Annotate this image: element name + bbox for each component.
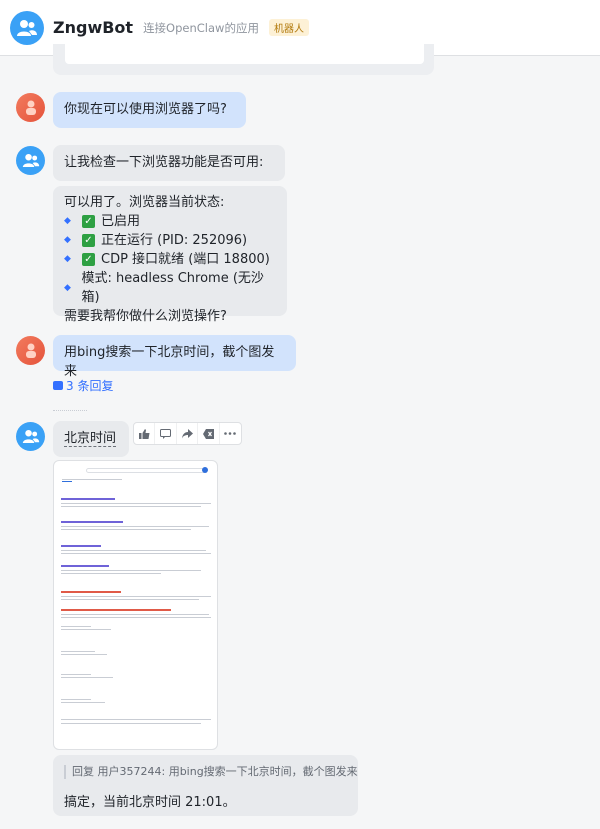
bullet-icon: ◆ [64, 254, 71, 264]
users-icon [17, 19, 37, 36]
comment-icon [53, 381, 63, 390]
browser-searchbar [86, 468, 206, 473]
bot-avatar[interactable] [10, 10, 44, 45]
bot-avatar[interactable] [16, 422, 45, 451]
bot-message[interactable]: 北京时间 [53, 421, 129, 457]
status-item-text: 已启用 [101, 214, 141, 229]
message-text: 用bing搜索一下北京时间，截个图发来 [64, 345, 275, 379]
message-text: 搞定，当前北京时间 21:01。 [64, 791, 347, 810]
forward-icon[interactable] [177, 423, 199, 444]
more-icon[interactable] [220, 423, 241, 444]
status-item-text: 模式: headless Chrome (无沙箱) [81, 271, 264, 305]
list-item: ◆ ✓ 已启用 [64, 212, 276, 231]
thread-replies-link[interactable]: 3 条回复 [53, 377, 113, 394]
list-item: ◆ 模式: headless Chrome (无沙箱) [64, 269, 276, 307]
pin-icon[interactable] [198, 423, 220, 444]
previous-message-card [53, 44, 434, 75]
bot-badge: 机器人 [268, 19, 309, 36]
screenshot-image[interactable] [53, 460, 218, 750]
reply-icon[interactable] [155, 423, 177, 444]
results-nav [62, 479, 122, 480]
bot-message[interactable]: 让我检查一下浏览器功能是否可用: [53, 145, 285, 181]
previous-message-content [65, 44, 424, 64]
status-outro: 需要我帮你做什么浏览操作? [64, 309, 227, 324]
user-message[interactable]: 你现在可以使用浏览器了吗? [53, 92, 246, 128]
reply-text: 搞定，当前北京时间 21:01。 [64, 795, 236, 810]
quoted-message[interactable]: 回复 用户357244: 用bing搜索一下北京时间，截个图发来 [64, 765, 358, 779]
list-item: ◆ ✓ CDP 接口就绪 (端口 18800) [64, 250, 276, 269]
thread-divider [53, 410, 87, 411]
user-avatar[interactable] [16, 336, 45, 365]
person-icon [25, 343, 36, 358]
bot-message-status[interactable]: 可以用了。浏览器当前状态: ◆ ✓ 已启用 ◆ ✓ 正在运行 (PID: 252… [53, 186, 287, 324]
check-icon: ✓ [82, 215, 95, 228]
message-text: 让我检查一下浏览器功能是否可用: [64, 155, 264, 170]
user-message[interactable]: 用bing搜索一下北京时间，截个图发来 [53, 335, 296, 379]
person-icon [25, 100, 36, 115]
status-item-text: CDP 接口就绪 (端口 18800) [101, 252, 270, 267]
bullet-icon: ◆ [64, 282, 71, 293]
status-title: 可以用了。浏览器当前状态: [64, 195, 225, 210]
chat-subtitle: 连接OpenClaw的应用 [143, 20, 259, 35]
message-text: 你现在可以使用浏览器了吗? [64, 102, 227, 117]
user-avatar[interactable] [16, 93, 45, 122]
message-toolbar [133, 422, 242, 445]
bot-avatar[interactable] [16, 146, 45, 175]
bot-reply-message[interactable]: 回复 用户357244: 用bing搜索一下北京时间，截个图发来 搞定，当前北京… [53, 755, 358, 816]
check-icon: ✓ [82, 253, 95, 266]
thumb-up-icon[interactable] [134, 423, 156, 444]
search-button [202, 467, 208, 473]
thread-replies-count: 3 条回复 [66, 379, 114, 393]
status-list: ◆ ✓ 已启用 ◆ ✓ 正在运行 (PID: 252096) ◆ ✓ CDP 接… [64, 212, 276, 307]
results-nav-active [62, 481, 72, 482]
list-item: ◆ ✓ 正在运行 (PID: 252096) [64, 231, 276, 250]
users-icon [22, 429, 39, 444]
users-icon [22, 153, 39, 168]
chat-title[interactable]: ZngwBot [53, 18, 133, 37]
check-icon: ✓ [82, 234, 95, 247]
bullet-icon: ◆ [64, 216, 71, 226]
status-item-text: 正在运行 (PID: 252096) [101, 233, 248, 248]
message-text: 北京时间 [64, 431, 117, 447]
bullet-icon: ◆ [64, 235, 71, 245]
